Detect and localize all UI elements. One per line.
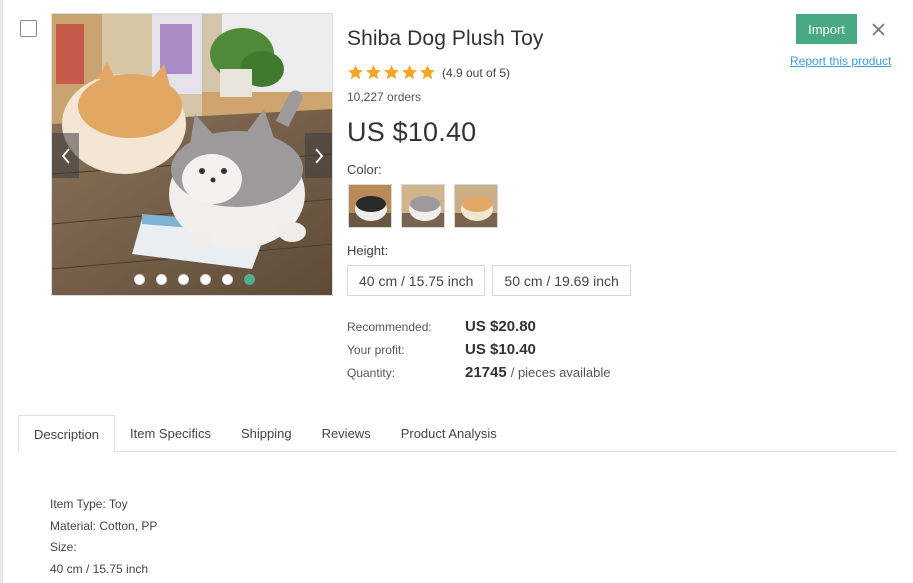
tab-product-analysis[interactable]: Product Analysis (386, 415, 512, 452)
description-line: Material: Cotton, PP (50, 518, 158, 533)
tab-shipping[interactable]: Shipping (226, 415, 307, 452)
quantity-unit: / pieces available (510, 365, 611, 380)
height-label: Height: (347, 243, 389, 258)
product-title: Shiba Dog Plush Toy (347, 27, 544, 50)
carousel-dots (134, 274, 255, 285)
star-icon (420, 65, 435, 80)
import-button[interactable]: Import (796, 14, 857, 44)
rating-stars (347, 64, 436, 81)
carousel-dot-1[interactable] (134, 274, 145, 285)
color-label: Color: (347, 162, 382, 177)
color-option-black[interactable] (348, 184, 392, 228)
height-options: 40 cm / 15.75 inch 50 cm / 19.69 inch (347, 265, 631, 296)
color-swatches (348, 184, 498, 228)
star-icon (366, 65, 381, 80)
product-image-carousel[interactable] (51, 13, 333, 296)
carousel-prev-button[interactable] (52, 133, 79, 178)
rating-text: (4.9 out of 5) (442, 65, 511, 80)
product-rating: (4.9 out of 5) (347, 64, 510, 81)
pricing-stats: Recommended: US $20.80 Your profit: US $… (347, 318, 610, 387)
star-icon (402, 65, 417, 80)
product-tabs: Description Item Specifics Shipping Revi… (18, 415, 897, 453)
close-icon (872, 23, 885, 36)
orders-count: 10,227 orders (347, 90, 422, 104)
profit-row: Your profit: US $10.40 (347, 341, 610, 364)
recommended-value: US $20.80 (465, 318, 536, 335)
carousel-dot-5[interactable] (222, 274, 233, 285)
color-option-grey[interactable] (401, 184, 445, 228)
carousel-dot-6[interactable] (244, 274, 255, 285)
carousel-dot-2[interactable] (156, 274, 167, 285)
product-photo (52, 14, 332, 295)
height-option-50cm[interactable]: 50 cm / 19.69 inch (492, 265, 631, 296)
carousel-dot-4[interactable] (200, 274, 211, 285)
recommended-label: Recommended: (347, 320, 432, 334)
profit-value: US $10.40 (465, 341, 536, 358)
recommended-row: Recommended: US $20.80 (347, 318, 610, 341)
tab-reviews[interactable]: Reviews (307, 415, 386, 452)
grey-shiba-swatch-image (402, 185, 444, 227)
product-price: US $10.40 (347, 117, 477, 147)
description-content: Item Type: Toy Material: Cotton, PP Size… (50, 494, 157, 580)
height-option-40cm[interactable]: 40 cm / 15.75 inch (347, 265, 486, 296)
description-line: Item Type: Toy (50, 497, 128, 511)
report-product-link[interactable]: Report this product (790, 54, 891, 68)
star-icon (384, 65, 399, 80)
description-line: Size: (50, 540, 77, 554)
left-border (0, 0, 3, 583)
tan-shiba-swatch-image (455, 185, 497, 227)
color-option-tan[interactable] (454, 184, 498, 228)
close-button[interactable] (871, 22, 886, 37)
select-product-checkbox[interactable] (20, 20, 37, 37)
description-line: 40 cm / 15.75 inch (50, 561, 149, 576)
quantity-label: Quantity: (347, 366, 396, 380)
tab-description[interactable]: Description (18, 415, 116, 453)
tab-item-specifics[interactable]: Item Specifics (115, 415, 226, 452)
black-shiba-swatch-image (349, 185, 391, 227)
chevron-right-icon (314, 147, 323, 164)
quantity-row: Quantity: 21745 / pieces available (347, 364, 610, 387)
star-icon (348, 65, 363, 80)
carousel-dot-3[interactable] (178, 274, 189, 285)
carousel-next-button[interactable] (305, 133, 332, 178)
chevron-left-icon (61, 147, 70, 164)
quantity-value: 21745 (465, 364, 507, 381)
profit-label: Your profit: (347, 343, 405, 357)
